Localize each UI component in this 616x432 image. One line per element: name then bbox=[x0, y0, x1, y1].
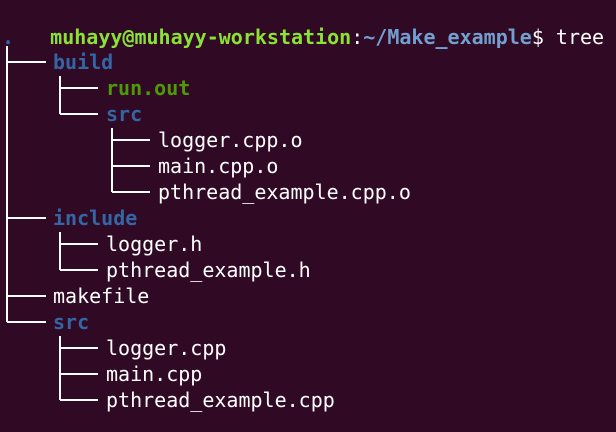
tree-dir-build: build bbox=[53, 50, 114, 74]
tree-file-pthread-example-cpp-o: pthread_example.cpp.o bbox=[158, 180, 411, 204]
tree-dir-build-src: src bbox=[106, 102, 143, 126]
tree-file-makefile: makefile bbox=[53, 284, 150, 308]
tree-file-logger-cpp: logger.cpp bbox=[106, 336, 227, 360]
prompt-path: ~/Make_example bbox=[363, 25, 532, 49]
tree-dir-include: include bbox=[53, 206, 138, 230]
prompt-separator: : bbox=[351, 25, 364, 49]
prompt-symbol: $ bbox=[531, 25, 544, 49]
tree-file-pthread-example-cpp: pthread_example.cpp bbox=[106, 388, 335, 412]
prompt-line: muhayy@muhayy-workstation:~/Make_example… bbox=[2, 0, 604, 49]
prompt-command: tree bbox=[543, 25, 605, 49]
tree-file-run-out: run.out bbox=[106, 76, 191, 100]
prompt-user-host: muhayy@muhayy-workstation bbox=[50, 25, 352, 49]
tree-file-main-cpp: main.cpp bbox=[106, 362, 203, 386]
tree-file-logger-h: logger.h bbox=[106, 232, 203, 256]
tree-file-pthread-example-h: pthread_example.h bbox=[106, 258, 311, 282]
tree-root: . bbox=[2, 25, 15, 49]
terminal-window[interactable]: muhayy@muhayy-workstation:~/Make_example… bbox=[0, 0, 616, 432]
tree-file-logger-cpp-o: logger.cpp.o bbox=[158, 128, 303, 152]
tree-dir-src: src bbox=[53, 310, 90, 334]
tree-file-main-cpp-o: main.cpp.o bbox=[158, 154, 279, 178]
